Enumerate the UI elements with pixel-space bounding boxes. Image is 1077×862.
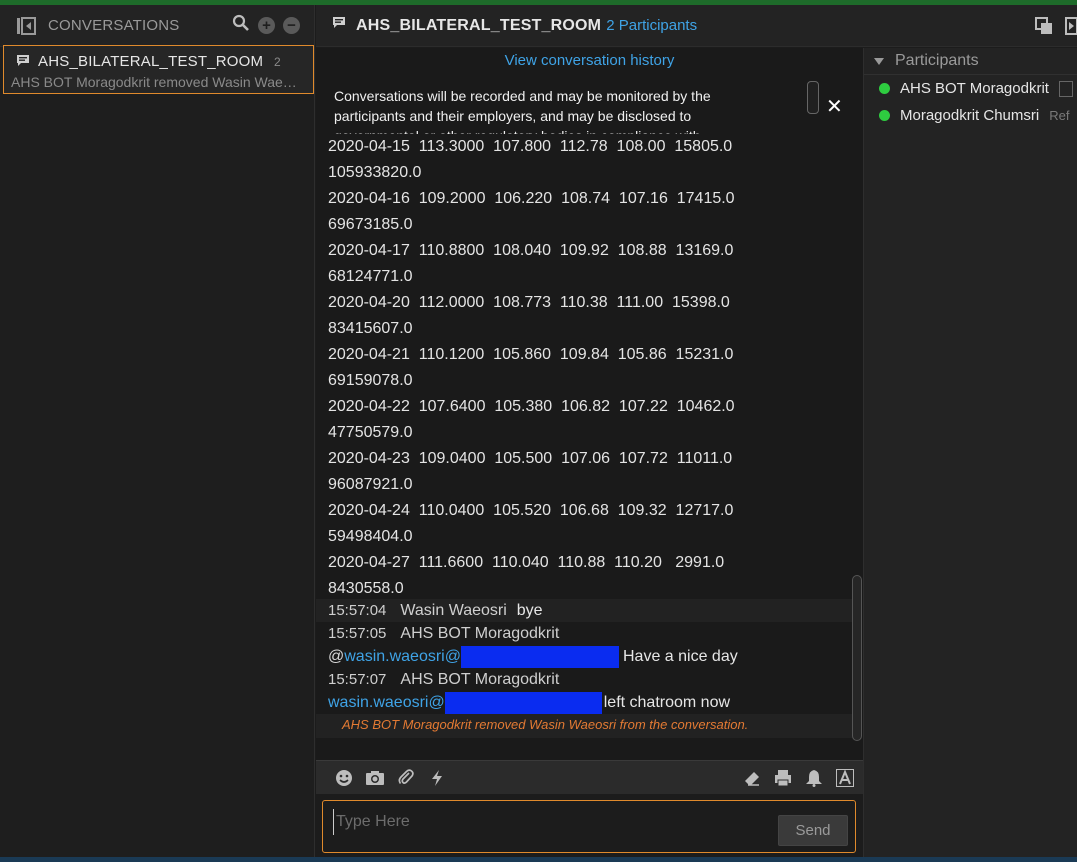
message-header: 15:57:07 AHS BOT Moragodkrit	[316, 668, 853, 691]
participants-title: Participants	[895, 52, 979, 69]
message-header: 15:57:05 AHS BOT Moragodkrit	[316, 622, 853, 645]
sidebar-header: CONVERSATIONS + −	[0, 5, 314, 47]
room-header: AHS_BILATERAL_TEST_ROOM 2 Participants	[316, 5, 1077, 47]
add-conversation-button[interactable]: +	[258, 17, 275, 34]
participants-link[interactable]: 2 Participants	[606, 17, 697, 34]
message-text: bye	[516, 602, 543, 619]
redaction-block	[444, 691, 602, 714]
mention-link[interactable]: wasin.waeosri@	[344, 648, 461, 665]
conversation-name: AHS_BILATERAL_TEST_ROOM	[38, 53, 264, 70]
bot-tag-icon	[1058, 80, 1073, 97]
message-sender[interactable]: Wasin Waeosri	[400, 602, 506, 619]
online-status-icon	[879, 110, 890, 121]
sidebar-title: CONVERSATIONS	[48, 17, 180, 34]
chat-bubble-icon	[16, 54, 30, 73]
data-row: 2020-04-23 109.0400 105.500 107.06 107.7…	[328, 450, 733, 493]
conversation-item[interactable]: AHS_BILATERAL_TEST_ROOM 2 AHS BOT Morago…	[3, 45, 314, 94]
message-body: @wasin.waeosri@ Have a nice day	[316, 645, 853, 668]
view-history-link[interactable]: View conversation history	[316, 52, 863, 69]
data-row: 2020-04-20 112.0000 108.773 110.38 111.0…	[328, 294, 730, 337]
mention-prefix: @	[328, 648, 345, 665]
message-timestamp: 15:57:07	[328, 671, 387, 688]
message-item: 15:57:04 Wasin Waeosri bye	[316, 599, 853, 622]
copy-window-icon[interactable]	[1035, 17, 1053, 40]
conversation-main: AHS_BILATERAL_TEST_ROOM 2 Participants V…	[316, 5, 1077, 857]
participants-header[interactable]: Participants	[864, 48, 1077, 75]
message-sender[interactable]: AHS BOT Moragodkrit	[400, 625, 559, 642]
online-status-icon	[879, 83, 890, 94]
mention-link[interactable]: wasin.waeosri@	[328, 694, 445, 711]
attachment-icon[interactable]	[396, 768, 416, 788]
participant-extra: Ref	[1049, 108, 1070, 123]
data-row: 2020-04-22 107.6400 105.380 106.82 107.2…	[328, 398, 735, 441]
redaction-block	[460, 645, 619, 668]
message-text: left chatroom now	[603, 694, 731, 711]
bell-icon[interactable]	[804, 768, 824, 788]
lightning-icon[interactable]	[427, 768, 447, 788]
data-row: 2020-04-16 109.2000 106.220 108.74 107.1…	[328, 190, 735, 233]
composer-toolbar	[316, 760, 863, 794]
collapse-triangle-icon[interactable]	[874, 57, 884, 65]
font-format-icon[interactable]	[835, 768, 855, 788]
eraser-icon[interactable]	[742, 768, 762, 788]
price-data-block: 2020-04-15 113.3000 107.800 112.78 108.0…	[328, 134, 735, 602]
search-icon[interactable]	[232, 14, 250, 37]
data-row: 2020-04-27 111.6600 110.040 110.88 110.2…	[328, 554, 725, 597]
participant-name: Moragodkrit Chumsri	[900, 107, 1040, 124]
participant-name: AHS BOT Moragodkrit	[900, 80, 1049, 97]
chat-transcript[interactable]: View conversation history Conversations …	[316, 48, 863, 760]
message-body: wasin.waeosri@ left chatroom now	[316, 691, 853, 714]
data-row: 2020-04-15 113.3000 107.800 112.78 108.0…	[328, 138, 733, 181]
print-icon[interactable]	[773, 768, 793, 788]
expand-panel-icon[interactable]	[1065, 17, 1077, 40]
data-row: 2020-04-24 110.0400 105.520 106.68 109.3…	[328, 502, 734, 545]
message-sender[interactable]: AHS BOT Moragodkrit	[400, 671, 559, 688]
message-timestamp: 15:57:04	[328, 602, 387, 619]
message-composer: Send	[322, 800, 856, 853]
system-message: AHS BOT Moragodkrit removed Wasin Waeosr…	[316, 714, 853, 738]
room-title: AHS_BILATERAL_TEST_ROOM	[356, 16, 602, 34]
message-timestamp: 15:57:05	[328, 625, 387, 642]
message-text: Have a nice day	[622, 648, 738, 665]
camera-icon[interactable]	[365, 768, 385, 788]
recording-notice: Conversations will be recorded and may b…	[334, 88, 711, 134]
participants-panel: Participants AHS BOT Moragodkrit Moragod…	[863, 48, 1077, 857]
message-list: 15:57:04 Wasin Waeosri bye 15:57:05 AHS BOT…	[316, 599, 853, 738]
conversation-preview: AHS BOT Moragodkrit removed Wasin Waeosr…	[11, 74, 301, 90]
participant-item[interactable]: AHS BOT Moragodkrit	[864, 75, 1077, 102]
notice-scrollbar[interactable]	[807, 81, 819, 114]
chat-bubble-icon	[332, 16, 346, 35]
close-notice-icon[interactable]: ✕	[826, 97, 843, 117]
participant-count-badge: 2	[274, 55, 281, 69]
participant-item[interactable]: Moragodkrit Chumsri Ref	[864, 102, 1077, 129]
data-row: 2020-04-17 110.8800 108.040 109.92 108.8…	[328, 242, 734, 285]
bottom-status-strip	[0, 857, 1077, 862]
message-input[interactable]	[333, 809, 753, 835]
emoji-icon[interactable]	[334, 768, 354, 788]
remove-conversation-button[interactable]: −	[283, 17, 300, 34]
conversations-sidebar: CONVERSATIONS + − AHS_BILATERAL_TEST_ROO…	[0, 5, 315, 857]
data-row: 2020-04-21 110.1200 105.860 109.84 105.8…	[328, 346, 734, 389]
chat-scrollbar[interactable]	[852, 575, 862, 741]
send-button[interactable]: Send	[778, 815, 848, 846]
collapse-panel-icon[interactable]	[16, 16, 36, 35]
